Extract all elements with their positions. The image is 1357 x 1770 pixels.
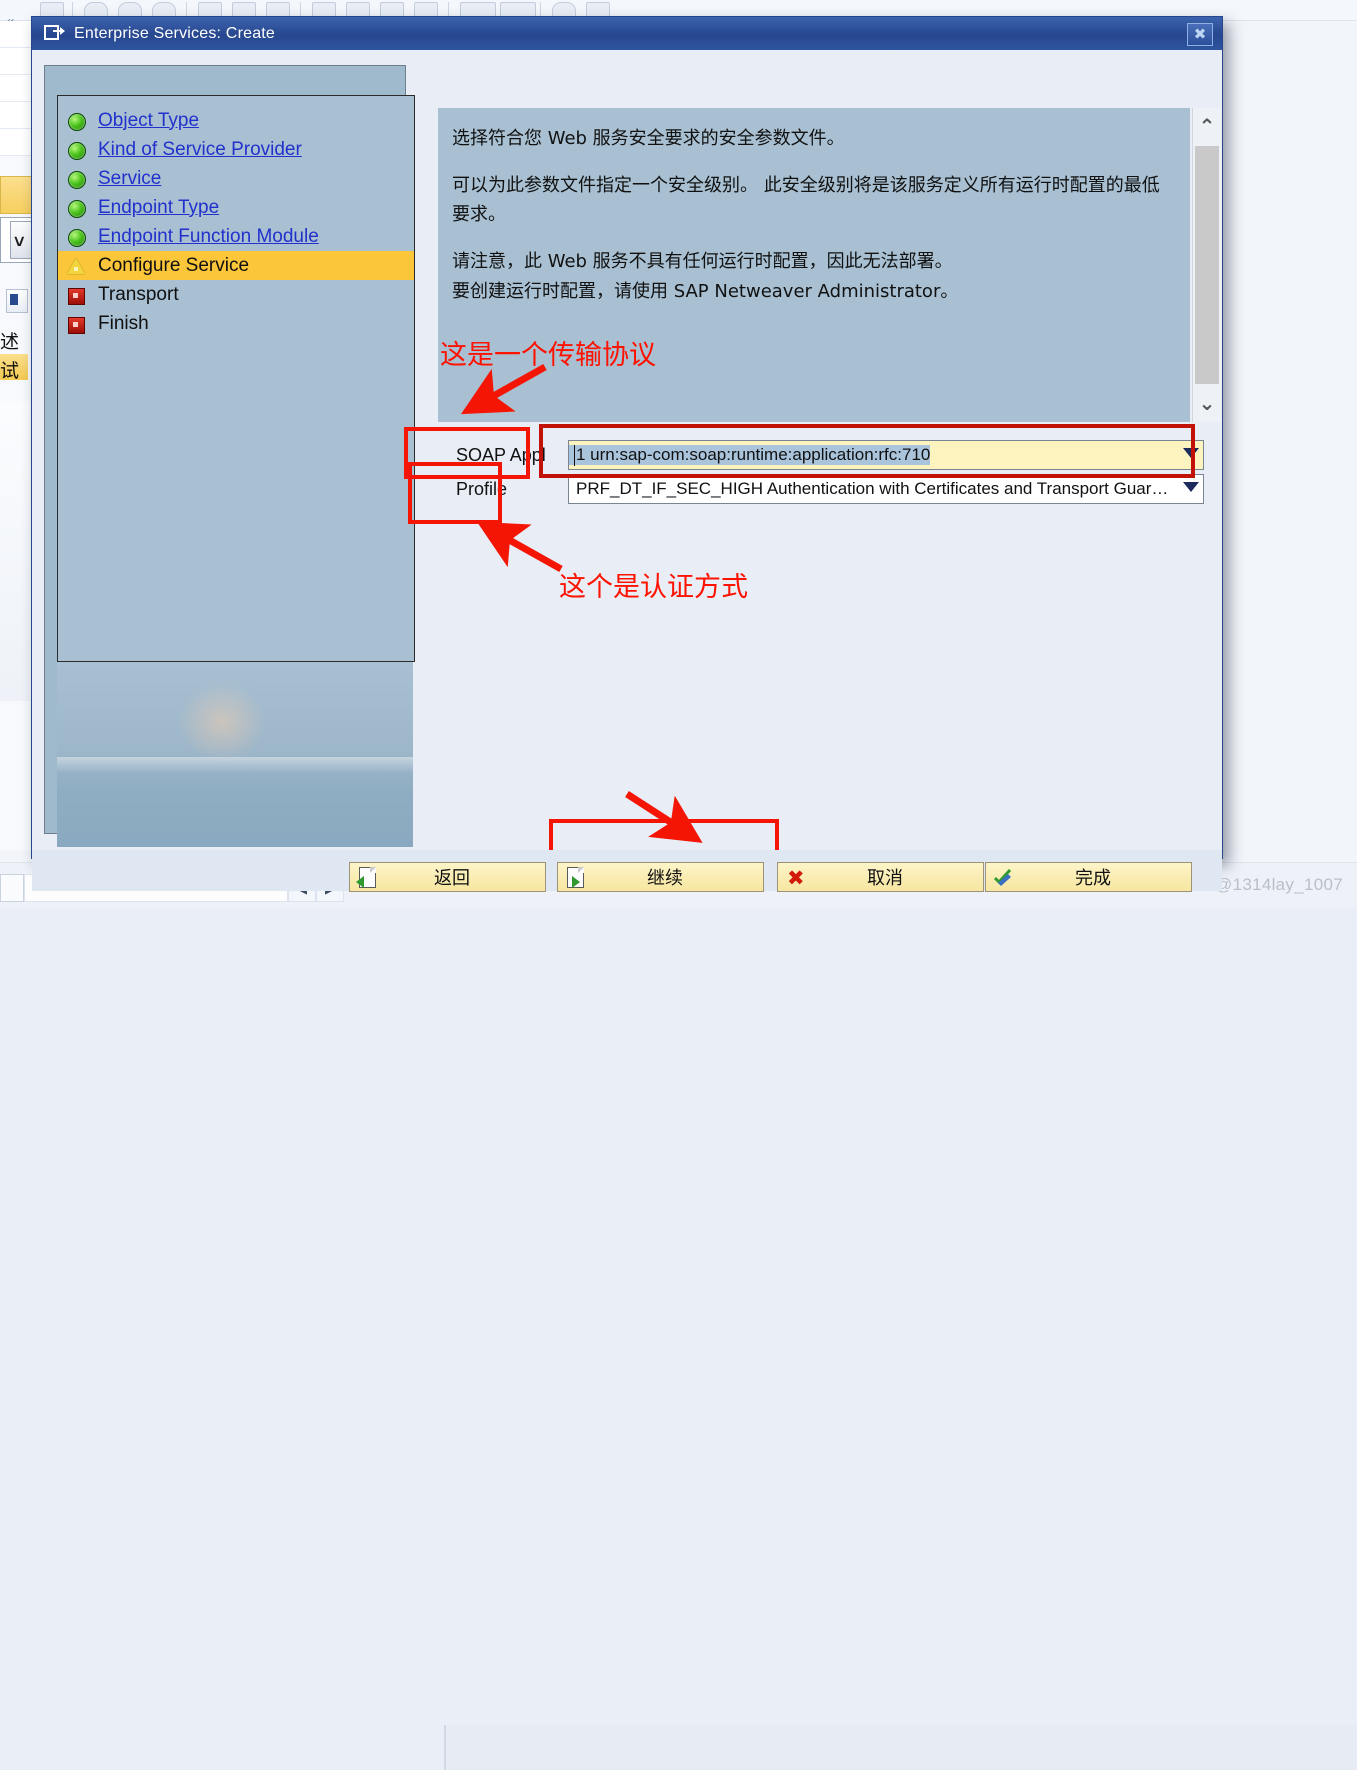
soap-appl-label: SOAP Appl (456, 444, 546, 465)
scroll-up-icon[interactable]: ⌃ (1193, 108, 1221, 146)
background-small-icon[interactable] (6, 289, 28, 313)
dialog-title: Enterprise Services: Create (74, 24, 276, 42)
close-button[interactable]: ✖ (1187, 23, 1213, 46)
page-forward-icon (563, 865, 587, 889)
green-ball-icon (66, 168, 88, 190)
chevron-down-icon: ˅ (14, 232, 25, 252)
toolbar-separator (448, 2, 449, 17)
red-square-icon (66, 284, 88, 306)
scrollbar-thumb[interactable] (1195, 146, 1219, 384)
enterprise-services-create-dialog: Enterprise Services: Create ✖ Object Typ… (31, 16, 1223, 892)
page-back-icon (355, 865, 379, 889)
text-caret (574, 445, 575, 466)
finish-button[interactable]: 完成 (985, 862, 1192, 892)
wizard-nav-container: Object Type Kind of Service Provider Ser… (44, 65, 415, 847)
complete-check-icon (991, 865, 1015, 889)
sidebar-item-transport[interactable]: Transport (58, 280, 414, 309)
soap-appl-select[interactable]: 1 urn:sap-com:soap:runtime:application:r… (568, 440, 1204, 470)
cancel-x-icon: ✖ (787, 867, 805, 890)
continue-button-label: 继续 (647, 868, 683, 889)
finish-button-label: 完成 (1075, 868, 1111, 889)
sidebar-item-service[interactable]: Service (58, 164, 414, 193)
back-button-label: 返回 (434, 868, 470, 889)
green-ball-icon (66, 197, 88, 219)
description-paragraph-2: 可以为此参数文件指定一个安全级别。 此安全级别将是该服务定义所有运行时配置的最低… (452, 175, 1160, 226)
chevron-down-icon[interactable] (1183, 482, 1199, 492)
sidebar-item-label: Service (98, 167, 162, 189)
dialog-title-bar: Enterprise Services: Create ✖ (32, 17, 1222, 50)
description-scrollbar[interactable]: ⌃ ⌄ (1192, 108, 1221, 422)
sidebar-item-label: Finish (98, 312, 149, 334)
soap-appl-value: 1 urn:sap-com:soap:runtime:application:r… (569, 445, 931, 465)
warning-triangle-icon (66, 255, 88, 277)
dialog-body: Object Type Kind of Service Provider Ser… (32, 50, 1222, 892)
profile-label: Profile (456, 478, 508, 499)
green-ball-icon (66, 139, 88, 161)
background-label-2: 试 (0, 360, 20, 382)
continue-button[interactable]: 继续 (557, 862, 764, 892)
background-image-area (0, 401, 30, 701)
toolbar-separator (186, 2, 187, 17)
chevron-down-icon[interactable] (1183, 448, 1199, 458)
cancel-button-label: 取消 (867, 868, 903, 889)
sidebar-item-label: Kind of Service Provider (98, 138, 302, 160)
close-icon: ✖ (1193, 26, 1207, 43)
sidebar-item-label: Object Type (98, 109, 200, 131)
profile-select[interactable]: PRF_DT_IF_SEC_HIGH Authentication with C… (568, 474, 1204, 504)
scroll-down-icon[interactable]: ⌄ (1193, 384, 1221, 422)
status-indicator-cell (0, 874, 24, 902)
cancel-button[interactable]: ✖ 取消 (777, 862, 984, 892)
annotation-text-auth: 这个是认证方式 (559, 572, 748, 603)
export-window-icon (44, 25, 65, 42)
description-panel: 选择符合您 Web 服务安全要求的安全参数文件。 可以为此参数文件指定一个安全级… (438, 108, 1190, 422)
status-divider (444, 1725, 446, 1770)
back-button[interactable]: 返回 (349, 862, 546, 892)
sidebar-item-endpoint-type[interactable]: Endpoint Type (58, 193, 414, 222)
red-square-icon (66, 313, 88, 335)
toolbar-separator (540, 2, 541, 17)
toolbar-separator (72, 2, 73, 17)
sidebar-item-configure-service[interactable]: Configure Service (58, 251, 414, 280)
sidebar-item-object-type[interactable]: Object Type (58, 106, 414, 135)
soap-appl-row: SOAP Appl 1 urn:sap-com:soap:runtime:app… (438, 440, 1204, 470)
description-paragraph-1: 选择符合您 Web 服务安全要求的安全参数文件。 (452, 128, 845, 149)
profile-row: Profile PRF_DT_IF_SEC_HIGH Authenticatio… (438, 474, 1204, 504)
sidebar-item-finish[interactable]: Finish (58, 309, 414, 338)
sidebar-item-label: Configure Service (98, 254, 250, 276)
green-ball-icon (66, 226, 88, 248)
toolbar-separator (300, 2, 301, 17)
background-status-right (446, 1725, 1357, 1770)
background-label-1: 述 (0, 331, 20, 353)
green-ball-icon (66, 110, 88, 132)
configuration-form: SOAP Appl 1 urn:sap-com:soap:runtime:app… (438, 440, 1220, 530)
sidebar-item-label: Endpoint Function Module (98, 225, 319, 247)
wizard-step-list: Object Type Kind of Service Provider Ser… (57, 95, 415, 662)
annotation-text-transport: 这是一个传输协议 (440, 340, 656, 371)
sidebar-item-label: Endpoint Type (98, 196, 220, 218)
wizard-decorative-image (57, 662, 413, 847)
sidebar-item-label: Transport (98, 283, 179, 305)
profile-value: PRF_DT_IF_SEC_HIGH Authentication with C… (576, 479, 1169, 498)
sidebar-item-kind-of-service-provider[interactable]: Kind of Service Provider (58, 135, 414, 164)
sidebar-item-endpoint-function-module[interactable]: Endpoint Function Module (58, 222, 414, 251)
description-paragraph-3: 请注意，此 Web 服务不具有任何运行时配置，因此无法部署。 要创建运行时配置，… (452, 251, 959, 302)
